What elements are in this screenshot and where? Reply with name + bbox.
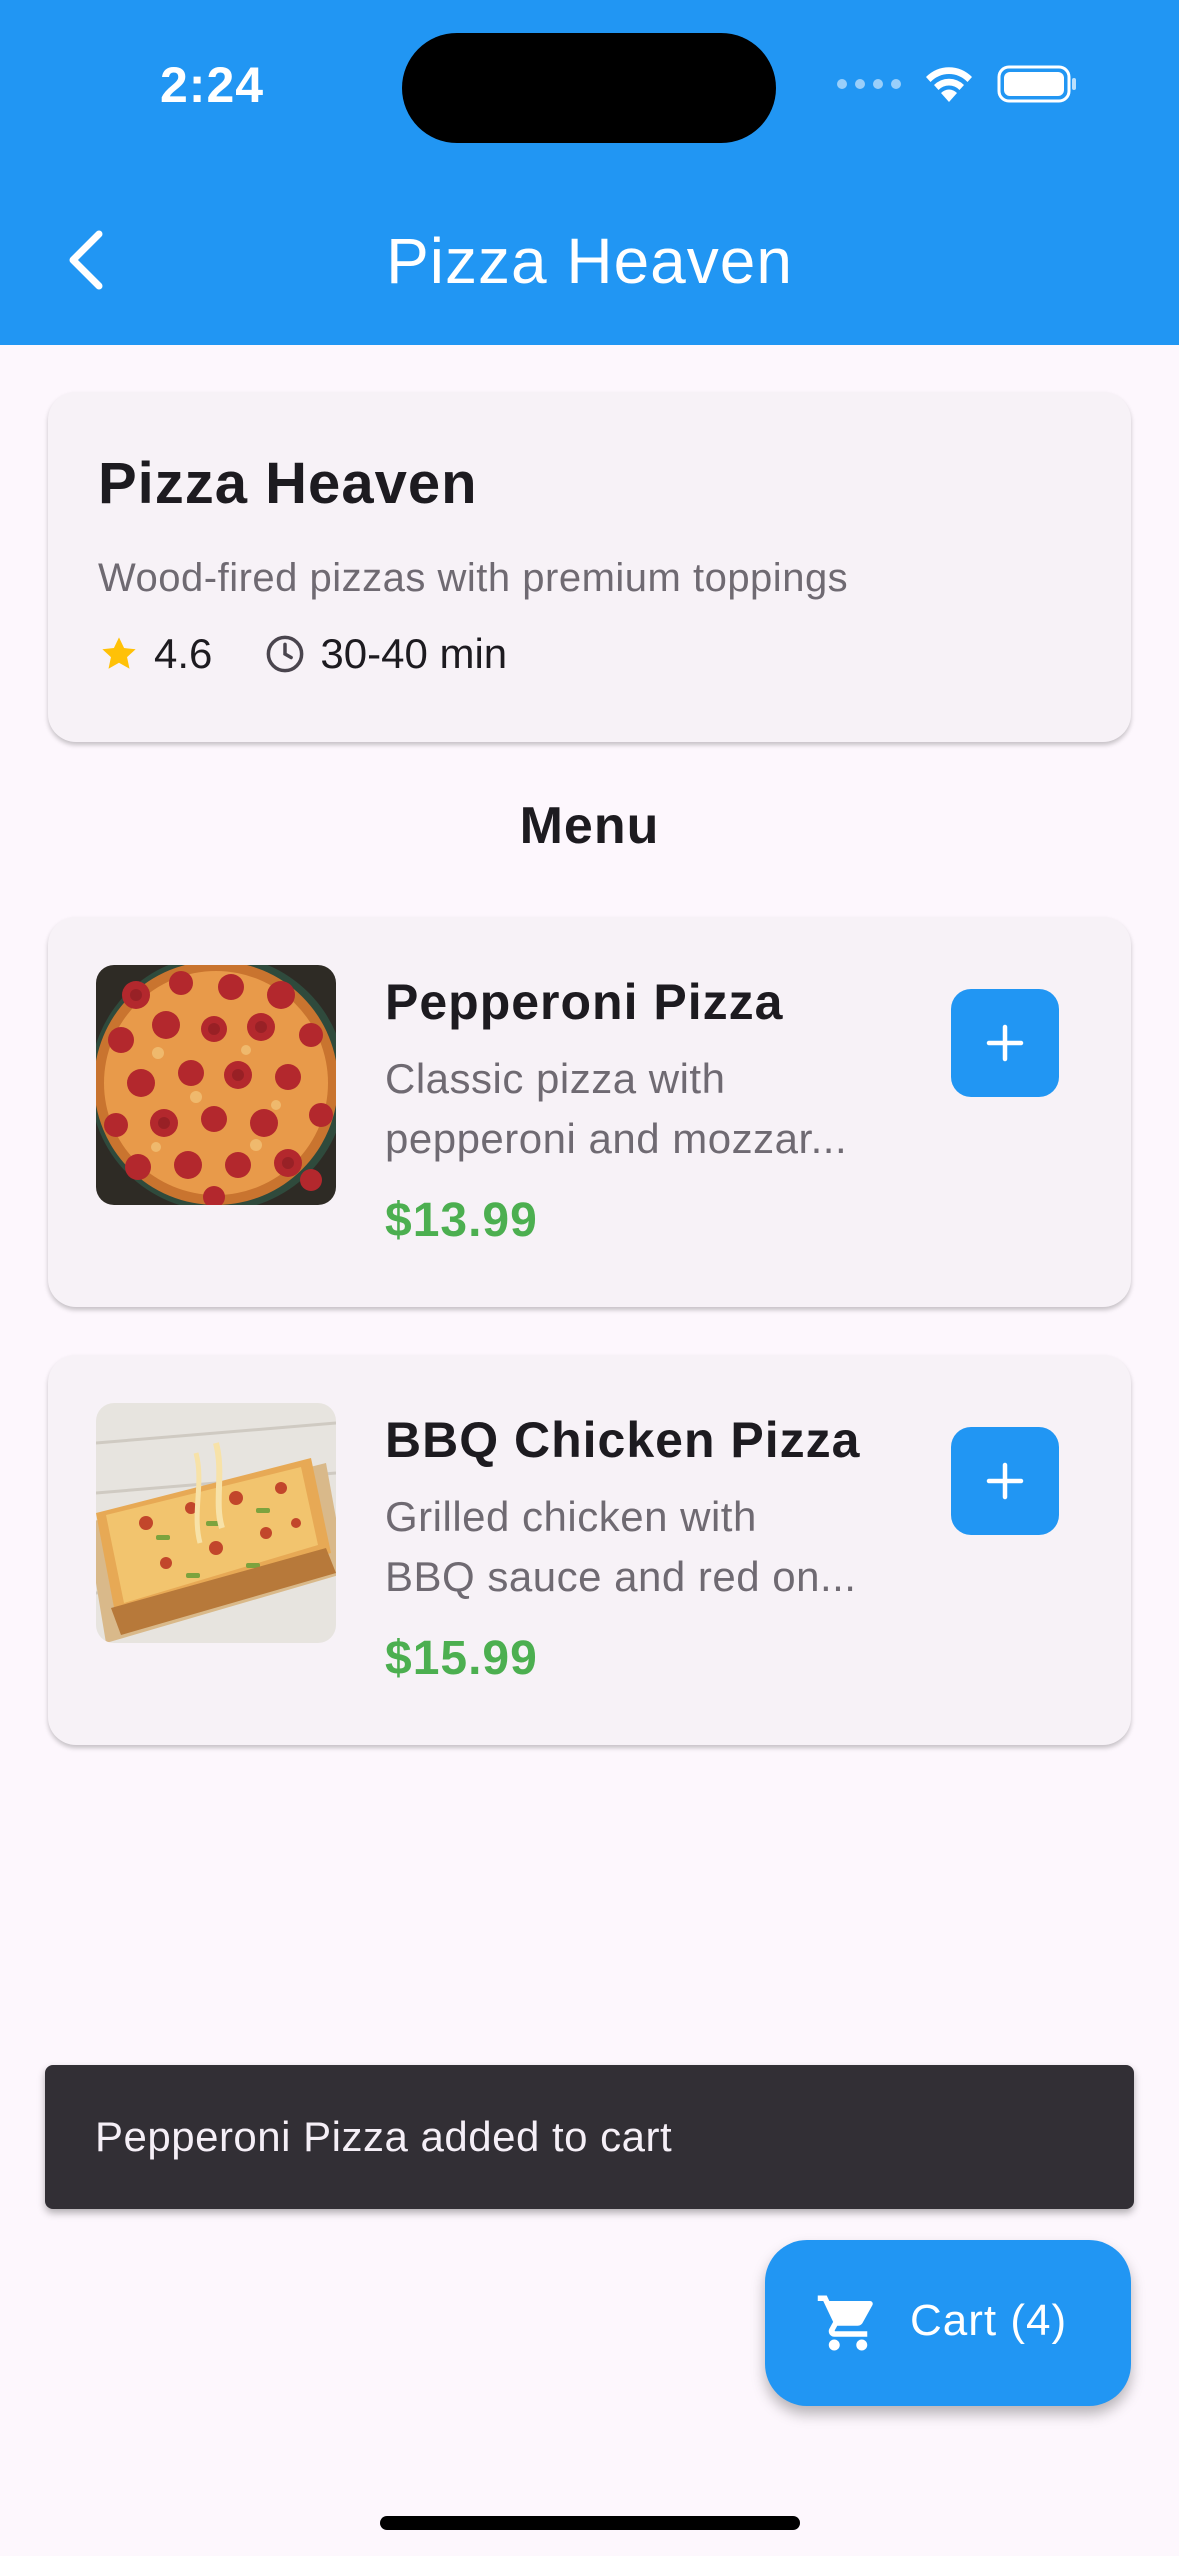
clock-icon xyxy=(267,635,304,673)
star-icon xyxy=(102,637,136,669)
menu-heading: Menu xyxy=(519,797,660,855)
item-name: BBQ Chicken Pizza xyxy=(385,1412,861,1468)
item-description: Grilled chicken with BBQ sauce and red o… xyxy=(385,1493,857,1600)
app-bar: 2:24 Pizza Heaven xyxy=(0,0,1179,345)
home-indicator[interactable] xyxy=(380,2516,800,2530)
restaurant-info-card: Pizza Heaven Wood-fired pizzas with prem… xyxy=(48,392,1131,742)
restaurant-name: Pizza Heaven xyxy=(98,451,478,516)
rating-value: 4.6 xyxy=(154,630,213,677)
restaurant-meta: 4.6 30-40 min xyxy=(98,630,507,678)
item-price: $13.99 xyxy=(385,1194,538,1247)
wifi-icon xyxy=(926,67,972,102)
restaurant-description: Wood-fired pizzas with premium toppings xyxy=(98,556,849,600)
delivery-time-value: 30-40 min xyxy=(320,630,508,677)
delivery-time: 30-40 min xyxy=(264,630,507,678)
add-to-cart-button[interactable] xyxy=(951,1427,1059,1535)
menu-item-card: BBQ Chicken Pizza Grilled chicken with B… xyxy=(48,1355,1131,1745)
bbq-chicken-pizza-image xyxy=(96,1403,336,1643)
cellular-signal-icon xyxy=(837,79,901,89)
item-name: Pepperoni Pizza xyxy=(385,974,784,1030)
dynamic-island xyxy=(402,33,776,143)
plus-icon xyxy=(986,1462,1024,1500)
snackbar: Pepperoni Pizza added to cart xyxy=(45,2065,1134,2209)
item-price: $15.99 xyxy=(385,1632,538,1685)
plus-icon xyxy=(986,1024,1024,1062)
snackbar-message: Pepperoni Pizza added to cart xyxy=(95,2113,673,2160)
item-description: Classic pizza with pepperoni and mozzar.… xyxy=(385,1055,848,1162)
add-to-cart-button[interactable] xyxy=(951,989,1059,1097)
rating: 4.6 xyxy=(98,630,212,678)
status-icons xyxy=(837,64,1079,104)
pepperoni-pizza-image xyxy=(96,965,336,1205)
menu-item-card: Pepperoni Pizza Classic pizza with peppe… xyxy=(48,917,1131,1307)
page-title: Pizza Heaven xyxy=(386,225,793,297)
shopping-cart-icon xyxy=(817,2295,873,2351)
cart-button-label: Cart (4) xyxy=(910,2296,1068,2345)
cart-button[interactable]: Cart (4) xyxy=(765,2240,1131,2406)
battery-icon xyxy=(997,65,1076,103)
status-time: 2:24 xyxy=(160,57,265,113)
